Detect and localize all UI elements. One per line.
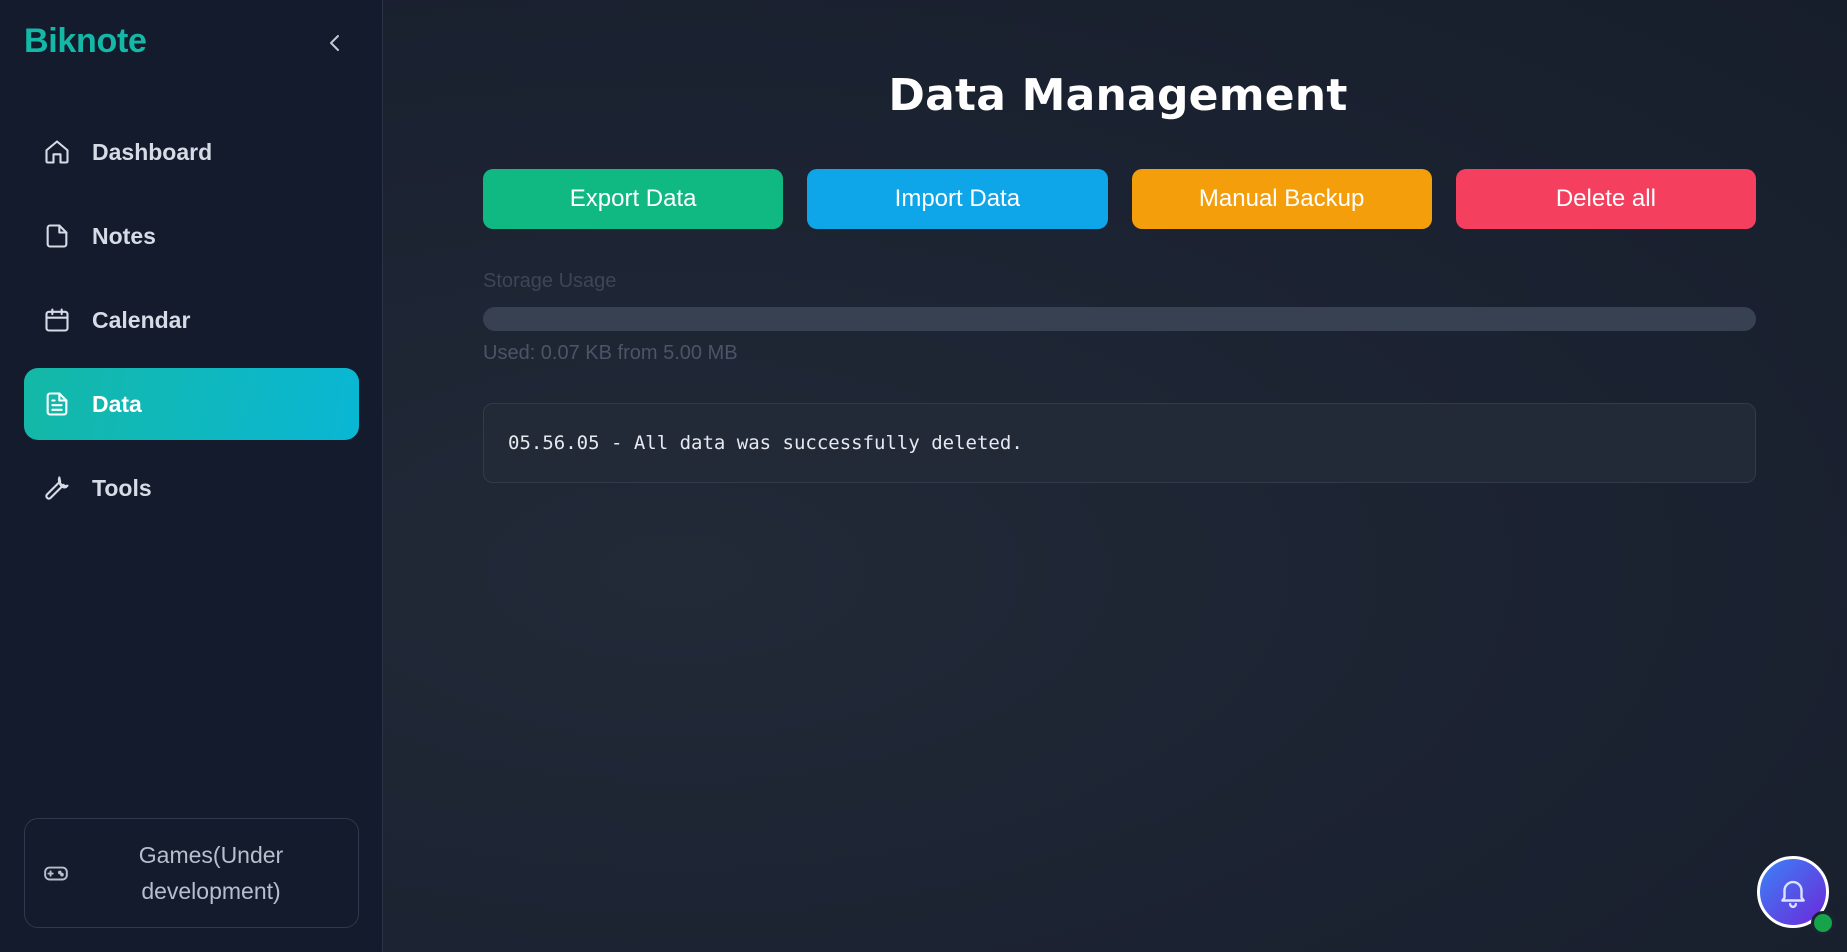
sidebar-item-label: Tools — [92, 474, 152, 501]
app: Biknote Dashboard Notes Calendar Data To… — [0, 0, 1847, 952]
sidebar-item-dashboard[interactable]: Dashboard — [24, 116, 359, 188]
gamepad-icon — [43, 860, 69, 886]
online-status-dot — [1811, 911, 1835, 935]
main-content: Data Management Export Data Import Data … — [383, 0, 1847, 952]
sidebar-item-data[interactable]: Data — [24, 368, 359, 440]
log-message-box: 05.56.05 - All data was successfully del… — [483, 403, 1756, 483]
home-icon — [42, 137, 72, 167]
games-button[interactable]: Games(Under development) — [24, 818, 359, 928]
sidebar-item-calendar[interactable]: Calendar — [24, 284, 359, 356]
calendar-icon — [42, 305, 72, 335]
log-message: 05.56.05 - All data was successfully del… — [508, 432, 1023, 454]
collapse-sidebar-button[interactable] — [320, 28, 350, 58]
export-data-button[interactable]: Export Data — [483, 169, 784, 229]
delete-all-button[interactable]: Delete all — [1455, 169, 1756, 229]
document-icon — [42, 389, 72, 419]
storage-progress-bar — [483, 307, 1756, 331]
sidebar-item-notes[interactable]: Notes — [24, 200, 359, 272]
page-title: Data Management — [888, 70, 1348, 121]
games-label: Games(Under development) — [138, 842, 284, 904]
sidebar-item-tools[interactable]: Tools — [24, 452, 359, 524]
sidebar: Biknote Dashboard Notes Calendar Data To… — [0, 0, 383, 952]
sidebar-item-label: Dashboard — [92, 138, 213, 165]
manual-backup-button[interactable]: Manual Backup — [1131, 169, 1432, 229]
sidebar-item-label: Calendar — [92, 306, 191, 333]
sidebar-nav: Dashboard Notes Calendar Data Tools — [24, 116, 359, 536]
chevron-left-icon — [330, 35, 339, 51]
wrench-icon — [42, 473, 72, 503]
brand-logo[interactable]: Biknote — [24, 22, 147, 61]
storage-usage-label: Storage Usage — [483, 270, 617, 292]
bell-icon — [1781, 880, 1805, 909]
action-buttons: Export Data Import Data Manual Backup De… — [483, 169, 1756, 229]
file-icon — [42, 221, 72, 251]
sidebar-item-label: Notes — [92, 222, 156, 249]
storage-used-text: Used: 0.07 KB from 5.00 MB — [483, 342, 738, 364]
sidebar-item-label: Data — [92, 390, 142, 417]
import-data-button[interactable]: Import Data — [807, 169, 1108, 229]
